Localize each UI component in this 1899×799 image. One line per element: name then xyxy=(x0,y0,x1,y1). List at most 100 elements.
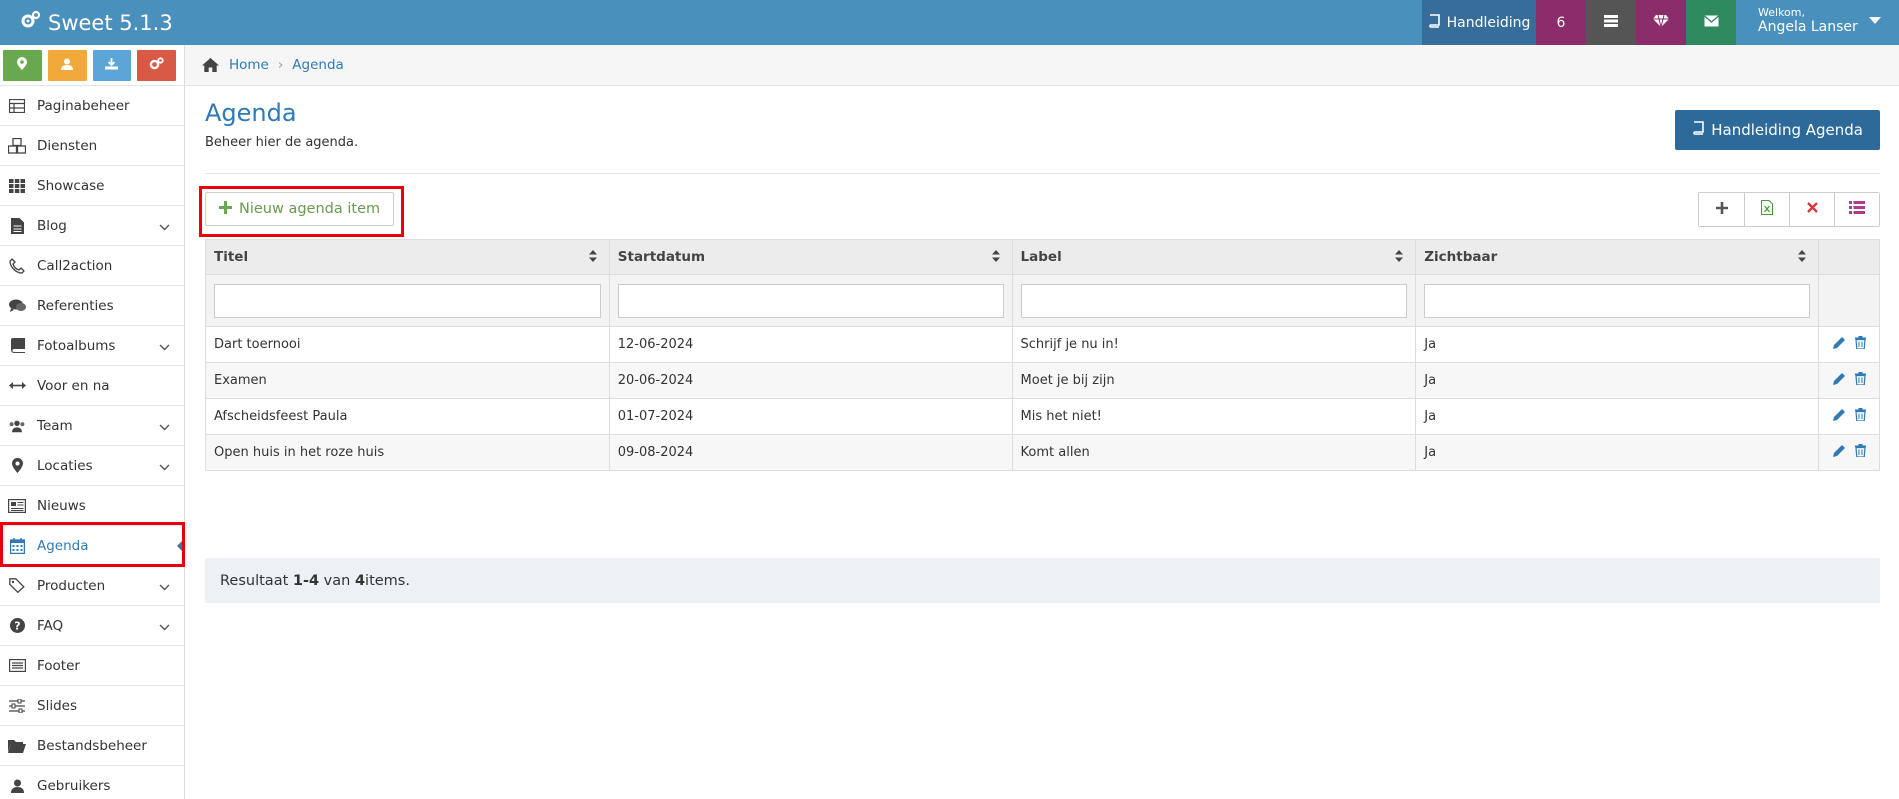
sidebar-item-call2action[interactable]: Call2action xyxy=(0,245,184,285)
question-circle-icon: ? xyxy=(8,617,26,635)
sidebar-item-showcase[interactable]: Showcase xyxy=(0,165,184,205)
table-summary: Resultaat 1-4 van 4 items. xyxy=(205,558,1880,603)
user-menu[interactable]: Welkom, Angela Lanser xyxy=(1736,0,1899,45)
column-header-titel[interactable]: Titel xyxy=(205,239,610,275)
server-button[interactable] xyxy=(1586,0,1636,45)
column-header-zichtbaar[interactable]: Zichtbaar xyxy=(1415,239,1819,275)
mail-button[interactable] xyxy=(1686,0,1736,45)
table-icon xyxy=(8,97,26,115)
cell-label: Mis het niet! xyxy=(1011,398,1417,435)
sidebar-item-label: Producten xyxy=(37,577,106,594)
delete-icon[interactable] xyxy=(1854,336,1866,353)
sidebar-item-slides[interactable]: Slides xyxy=(0,685,184,725)
column-header-label: Startdatum xyxy=(617,249,706,265)
app-brand[interactable]: Sweet 5.1.3 xyxy=(0,0,200,45)
edit-icon[interactable] xyxy=(1832,445,1846,461)
summary-suffix: items. xyxy=(365,572,410,589)
filter-input-zichtbaar[interactable] xyxy=(1424,283,1810,318)
sidebar-item-team[interactable]: Team xyxy=(0,405,184,445)
filter-input-label[interactable] xyxy=(1020,283,1408,318)
filter-cell-actions xyxy=(1818,274,1880,327)
sidebar-item-blog[interactable]: Blog xyxy=(0,205,184,245)
sidebar-item-fotoalbums[interactable]: Fotoalbums xyxy=(0,325,184,365)
top-navbar: Sweet 5.1.3 Handleiding 6 Welkom, Angela… xyxy=(0,0,1899,45)
cell-zichtbaar: Ja xyxy=(1415,362,1819,399)
sidebar-item-voor-en-na[interactable]: Voor en na xyxy=(0,365,184,405)
clear-filters-button[interactable] xyxy=(1789,193,1834,226)
row-actions xyxy=(1818,362,1880,399)
caret-down-icon xyxy=(1869,17,1881,24)
quick-location-button[interactable] xyxy=(3,50,42,81)
sidebar-item-faq[interactable]: ? FAQ xyxy=(0,605,184,645)
map-marker-icon xyxy=(8,457,26,475)
manual-label: Handleiding xyxy=(1446,14,1531,31)
cell-zichtbaar: Ja xyxy=(1415,398,1819,435)
delete-icon[interactable] xyxy=(1854,444,1866,461)
agenda-table: Titel Startdatum Label Zichtbaar Dart toern… xyxy=(205,239,1880,471)
notification-count-button[interactable]: 6 xyxy=(1536,0,1586,45)
row-actions xyxy=(1818,398,1880,435)
manual-agenda-button[interactable]: Handleiding Agenda xyxy=(1675,110,1880,150)
user-name: Angela Lanser xyxy=(1758,19,1858,35)
sidebar-item-label: Blog xyxy=(37,217,67,234)
export-excel-button[interactable] xyxy=(1744,193,1789,226)
list-icon xyxy=(1849,201,1865,218)
row-actions xyxy=(1818,326,1880,363)
book-icon xyxy=(1428,13,1441,32)
sidebar-item-nieuws[interactable]: Nieuws xyxy=(0,485,184,525)
sidebar-item-diensten[interactable]: Diensten xyxy=(0,125,184,165)
column-header-startdatum[interactable]: Startdatum xyxy=(608,239,1013,275)
sidebar-item-paginabeheer[interactable]: Paginabeheer xyxy=(0,85,184,125)
sidebar-item-label: Bestandsbeheer xyxy=(37,737,147,754)
sidebar-item-label: Team xyxy=(37,417,73,434)
table-row[interactable]: Open huis in het roze huis 09-08-2024 Komt… xyxy=(205,434,1880,471)
delete-icon[interactable] xyxy=(1854,372,1866,389)
new-agenda-item-button[interactable]: Nieuw agenda item xyxy=(205,192,395,226)
edit-icon[interactable] xyxy=(1832,373,1846,389)
sidebar-item-agenda[interactable]: Agenda xyxy=(0,525,185,565)
quick-settings-button[interactable] xyxy=(137,50,176,81)
tags-icon xyxy=(8,577,26,595)
list-alt-icon xyxy=(8,657,26,675)
edit-icon[interactable] xyxy=(1832,337,1846,353)
cell-startdatum: 20-06-2024 xyxy=(608,362,1013,399)
breadcrumb-home-link[interactable]: Home xyxy=(229,57,269,73)
page-subtitle: Beheer hier de agenda. xyxy=(205,135,359,150)
filter-input-startdatum[interactable] xyxy=(617,283,1004,318)
breadcrumb-separator: › xyxy=(277,57,284,73)
edit-icon[interactable] xyxy=(1832,409,1846,425)
column-header-label[interactable]: Label xyxy=(1011,239,1417,275)
row-actions xyxy=(1818,434,1880,471)
breadcrumb-current-link[interactable]: Agenda xyxy=(292,57,344,73)
table-body: Dart toernooi 12-06-2024 Schrijf je nu in!… xyxy=(205,326,1880,471)
summary-prefix: Resultaat xyxy=(220,572,293,589)
users-icon xyxy=(8,417,26,435)
add-row-button[interactable] xyxy=(1699,193,1744,226)
table-row[interactable]: Examen 20-06-2024 Moet je bij zijn Ja xyxy=(205,362,1880,399)
delete-icon[interactable] xyxy=(1854,408,1866,425)
sidebar-item-label: Call2action xyxy=(37,257,113,274)
column-header-actions xyxy=(1818,239,1880,275)
arrows-h-icon xyxy=(8,377,26,395)
sidebar-item-referenties[interactable]: Referenties xyxy=(0,285,184,325)
table-row[interactable]: Afscheidsfeest Paula 01-07-2024 Mis het ni… xyxy=(205,398,1880,435)
quick-download-button[interactable] xyxy=(92,50,132,81)
diamond-button[interactable] xyxy=(1636,0,1686,45)
cell-titel: Afscheidsfeest Paula xyxy=(205,398,610,435)
table-row[interactable]: Dart toernooi 12-06-2024 Schrijf je nu in!… xyxy=(205,326,1880,363)
sidebar-item-producten[interactable]: Producten xyxy=(0,565,184,605)
cell-zichtbaar: Ja xyxy=(1415,434,1819,471)
notification-count: 6 xyxy=(1556,14,1566,31)
sidebar-item-footer[interactable]: Footer xyxy=(0,645,184,685)
filter-input-titel[interactable] xyxy=(214,283,601,318)
comments-icon xyxy=(8,297,26,315)
sidebar-nav: Paginabeheer Diensten Showcase Blog Call2act… xyxy=(0,85,185,799)
quick-user-button[interactable] xyxy=(47,50,87,81)
sidebar-item-gebruikers[interactable]: Gebruikers xyxy=(0,765,184,799)
file-icon xyxy=(8,217,26,235)
sidebar-item-bestandsbeheer[interactable]: Bestandsbeheer xyxy=(0,725,184,765)
column-toggle-button[interactable] xyxy=(1834,193,1879,226)
sidebar-item-locaties[interactable]: Locaties xyxy=(0,445,184,485)
manual-button[interactable]: Handleiding xyxy=(1422,0,1536,45)
user-icon xyxy=(8,777,26,795)
